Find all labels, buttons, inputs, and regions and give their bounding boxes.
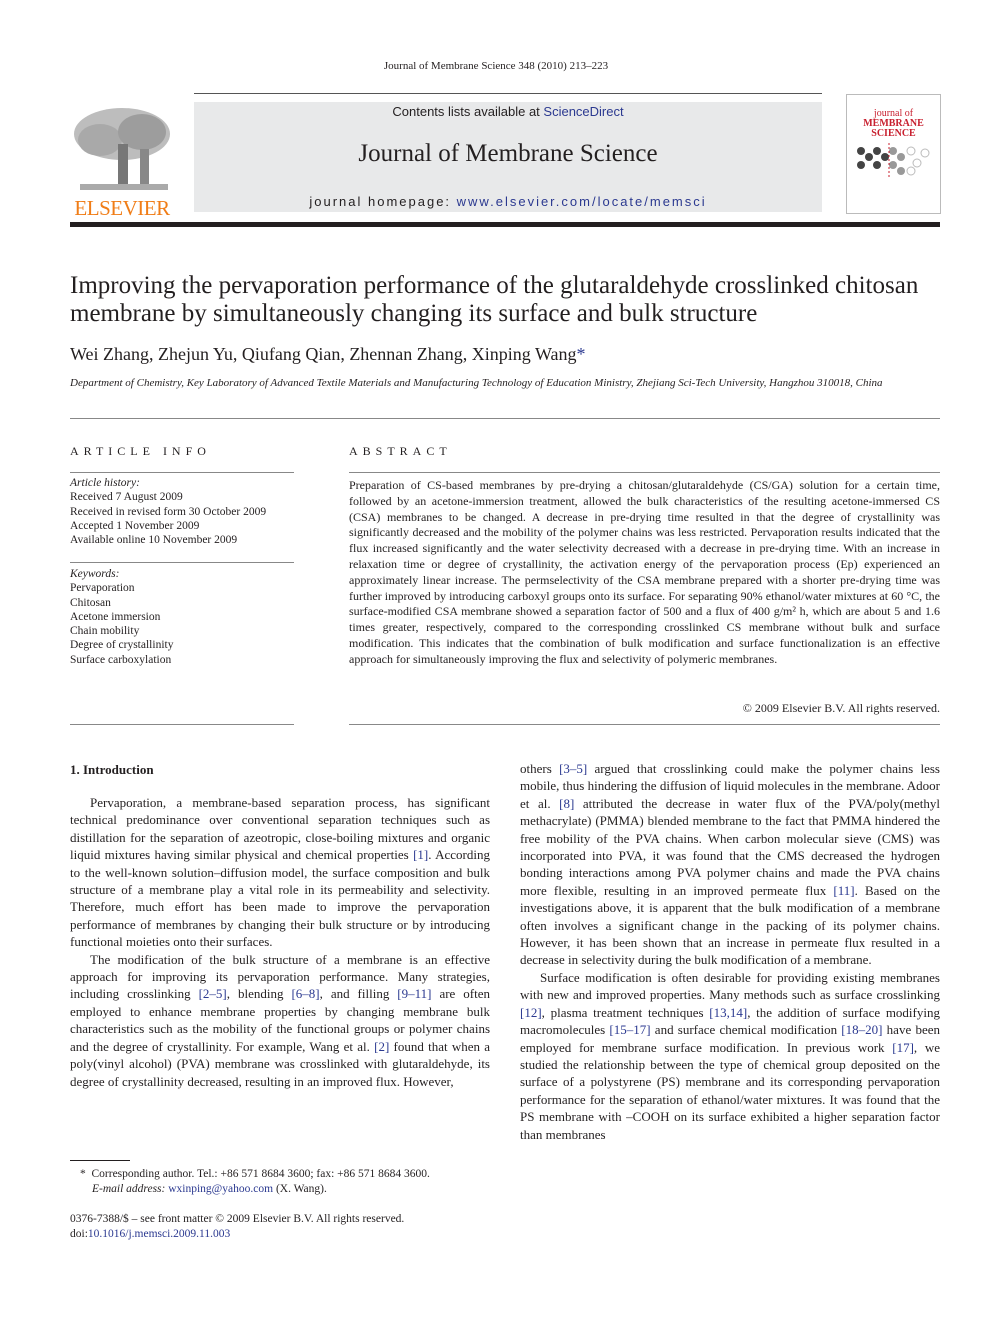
footnote-mark: * bbox=[80, 1168, 86, 1180]
doi-line: doi:10.1016/j.memsci.2009.11.003 bbox=[70, 1228, 231, 1240]
abstract-copyright: © 2009 Elsevier B.V. All rights reserved… bbox=[742, 701, 940, 715]
body-text: . According to the well-known solution–d… bbox=[70, 847, 490, 950]
issn-line: 0376-7388/$ – see front matter © 2009 El… bbox=[70, 1213, 405, 1225]
keyword: Acetone immersion bbox=[70, 610, 161, 623]
body-paragraph: Pervaporation, a membrane-based separati… bbox=[70, 794, 490, 951]
affiliation: Department of Chemistry, Key Laboratory … bbox=[70, 377, 883, 389]
right-column: others [3–5] argued that crosslinking co… bbox=[520, 760, 940, 1143]
citation-link[interactable]: [13,14] bbox=[709, 1005, 747, 1020]
citation-link[interactable]: [9–11] bbox=[397, 986, 431, 1001]
keyword: Chain mobility bbox=[70, 625, 140, 638]
doi-link[interactable]: 10.1016/j.memsci.2009.11.003 bbox=[88, 1228, 230, 1240]
cover-title: journal of MEMBRANE SCIENCE bbox=[863, 108, 924, 139]
keyword: Chitosan bbox=[70, 596, 111, 609]
citation-link[interactable]: [2–5] bbox=[199, 986, 227, 1001]
article-info-rule bbox=[70, 472, 294, 473]
body-text: , blending bbox=[226, 986, 292, 1002]
body-text: Surface modification is often desirable … bbox=[520, 969, 940, 1003]
article-title: Improving the pervaporation performance … bbox=[70, 272, 919, 327]
elsevier-wordmark: ELSEVIER bbox=[74, 196, 170, 220]
history-item: Received 7 August 2009 bbox=[70, 491, 183, 504]
citation-link[interactable]: [8] bbox=[559, 796, 574, 811]
journal-banner: Contents lists available at ScienceDirec… bbox=[194, 102, 822, 212]
citation-link[interactable]: [1] bbox=[413, 847, 428, 862]
article-info-heading: ARTICLE INFO bbox=[70, 444, 211, 458]
journal-title: Journal of Membrane Science bbox=[358, 140, 658, 167]
footnote-rule bbox=[70, 1160, 130, 1161]
contents-available: Contents lists available at ScienceDirec… bbox=[392, 104, 624, 119]
running-head: Journal of Membrane Science 348 (2010) 2… bbox=[383, 60, 609, 72]
keywords-rule bbox=[70, 562, 294, 563]
abstract-bottom-rule bbox=[349, 724, 940, 725]
affiliation-rule bbox=[70, 418, 940, 419]
molecule-graphic-icon bbox=[857, 143, 930, 177]
sciencedirect-link[interactable]: ScienceDirect bbox=[543, 104, 623, 119]
left-column: Pervaporation, a membrane-based separati… bbox=[70, 794, 490, 1090]
body-text: and surface chemical modification bbox=[650, 1022, 842, 1038]
citation-link[interactable]: [3–5] bbox=[559, 761, 587, 776]
abstract-text: Preparation of CS-based membranes by pre… bbox=[349, 478, 940, 666]
body-text: , and filling bbox=[319, 986, 398, 1002]
abstract-heading: ABSTRACT bbox=[349, 444, 452, 458]
journal-homepage: journal homepage: www.elsevier.com/locat… bbox=[309, 194, 707, 209]
author-list: Wei Zhang, Zhejun Yu, Qiufang Qian, Zhen… bbox=[70, 344, 586, 364]
citation-link[interactable]: [17] bbox=[892, 1040, 914, 1055]
citation-link[interactable]: [11] bbox=[833, 883, 854, 898]
body-paragraph: The modification of the bulk structure o… bbox=[70, 951, 490, 1090]
corresponding-author-mark[interactable]: * bbox=[577, 344, 586, 364]
history-item: Accepted 1 November 2009 bbox=[70, 519, 200, 532]
history-item: Received in revised form 30 October 2009 bbox=[70, 505, 267, 518]
article-history: Article history: Received 7 August 2009 … bbox=[70, 476, 294, 547]
body-text: , plasma treatment techniques bbox=[541, 1004, 710, 1020]
article-info-bottom-rule bbox=[70, 724, 294, 725]
body-text: others bbox=[520, 761, 560, 776]
email-link[interactable]: wxinping@yahoo.com bbox=[168, 1183, 273, 1195]
homepage-link[interactable]: www.elsevier.com/locate/memsci bbox=[457, 194, 707, 209]
citation-link[interactable]: [6–8] bbox=[291, 986, 319, 1001]
keyword: Pervaporation bbox=[70, 582, 135, 595]
body-paragraph: others [3–5] argued that crosslinking co… bbox=[520, 760, 940, 969]
citation-link[interactable]: [12] bbox=[520, 1005, 542, 1020]
keywords: Keywords: Pervaporation Chitosan Acetone… bbox=[70, 567, 294, 667]
citation-link[interactable]: [2] bbox=[374, 1039, 389, 1054]
footnote: * Corresponding author. Tel.: +86 571 86… bbox=[80, 1168, 430, 1195]
header-divider bbox=[70, 222, 940, 227]
citation-link[interactable]: [15–17] bbox=[609, 1022, 650, 1037]
keyword: Surface carboxylation bbox=[70, 653, 172, 666]
abstract-rule bbox=[349, 472, 940, 473]
header-rule bbox=[194, 93, 822, 94]
history-item: Available online 10 November 2009 bbox=[70, 534, 238, 547]
citation-link[interactable]: [18–20] bbox=[841, 1022, 882, 1037]
front-matter: 0376-7388/$ – see front matter © 2009 El… bbox=[70, 1212, 490, 1242]
introduction-heading: 1. Introduction bbox=[70, 762, 154, 777]
journal-cover-thumbnail: journal of MEMBRANE SCIENCE bbox=[846, 94, 941, 214]
keyword: Degree of crystallinity bbox=[70, 639, 174, 652]
body-paragraph: Surface modification is often desirable … bbox=[520, 969, 940, 1143]
